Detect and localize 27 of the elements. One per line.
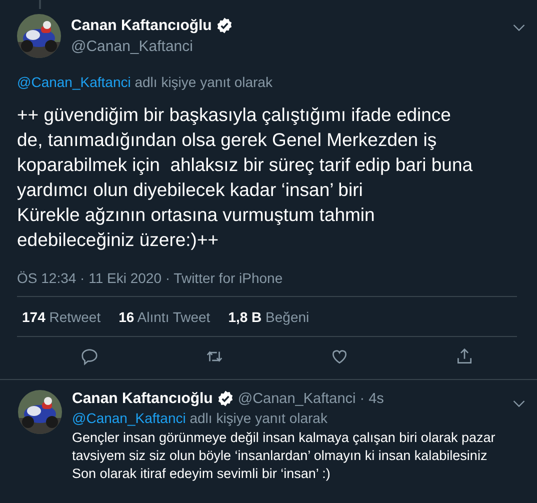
mention-link[interactable]: @Canan_Kaftanci <box>72 410 186 426</box>
reply-context: adlı kişiye yanıt olarak <box>190 410 328 426</box>
tweet-timestamp[interactable]: ÖS 12:34 · 11 Eki 2020 · Twitter for iPhone <box>17 270 527 286</box>
chevron-down-icon[interactable] <box>513 24 525 32</box>
tweet-text-line: edebileceğiniz üzere:)++ <box>17 228 220 252</box>
author-name[interactable]: Canan Kaftancıoğlu <box>71 17 212 34</box>
mention-link[interactable]: @Canan_Kaftanci <box>17 74 131 90</box>
stat-link[interactable]: 16 Alıntı Tweet <box>118 309 210 325</box>
tweet-text-line: tavsiyem siz siz olun böyle ‘insanlardan’ olmayın ki insan kalabilesiniz <box>72 447 488 465</box>
tweet-text-line: Son olarak itiraf edeyim sevimli bir ‘insan’ :) <box>72 465 332 483</box>
stat-link[interactable]: 1,8 B Beğeni <box>228 309 310 325</box>
tweet-text-line: yardımcı olun diyebilecek kadar ‘insan’ biri <box>17 178 364 202</box>
stat-link[interactable]: 174 Retweet <box>22 309 101 325</box>
reply-context: adlı kişiye yanıt olarak <box>134 74 272 90</box>
tweet-text-line: Kürekle ağzının ortasına vurmuştum tahmin <box>17 203 376 227</box>
tweet-text-line: ++ güvendiğim bir başkasıyla çalıştığımı ifade edince <box>17 103 452 127</box>
share-icon[interactable] <box>455 347 474 366</box>
heart-icon[interactable] <box>330 347 349 366</box>
author-name[interactable]: Canan Kaftancıoğlu <box>72 390 213 407</box>
tweet-text-line: koparabilmek için ahlaksız bir süreç tarif edip bari buna <box>17 153 474 177</box>
chevron-down-icon[interactable] <box>513 400 525 408</box>
reply-icon[interactable] <box>80 347 99 366</box>
author-handle[interactable]: @Canan_Kaftanci <box>71 38 193 55</box>
author-handle[interactable]: @Canan_Kaftanci <box>238 390 356 406</box>
tweet-time[interactable]: · 4s <box>360 390 384 406</box>
tweet-text-line: Gençler insan görünmeye değil insan kalmaya çalışan biri olarak pazar <box>72 429 496 447</box>
tweet-text-line: de, tanımadığından olsa gerek Genel Merkezden iş <box>17 128 438 152</box>
